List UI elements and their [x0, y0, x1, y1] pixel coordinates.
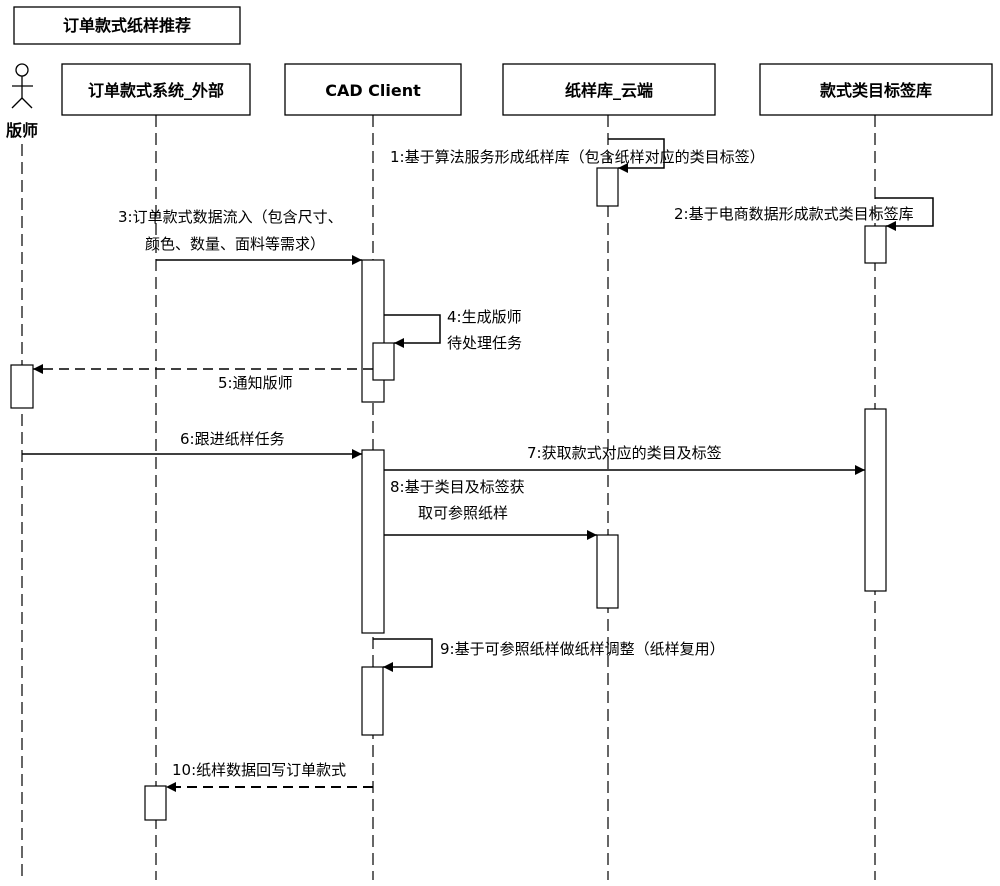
message-label-1: 1:基于算法服务形成纸样库（包含纸样对应的类目标签）	[390, 148, 765, 166]
message-label-8-line1: 8:基于类目及标签获	[390, 478, 525, 496]
message-label-7: 7:获取款式对应的类目及标签	[527, 444, 722, 462]
message-label-9: 9:基于可参照纸样做纸样调整（纸样复用）	[440, 640, 725, 658]
participant-label: 订单款式系统_外部	[88, 81, 224, 100]
message-label-6: 6:跟进纸样任务	[180, 430, 285, 448]
message-label-5: 5:通知版师	[218, 374, 293, 392]
frame-title: 订单款式纸样推荐	[63, 16, 191, 35]
participant-order[interactable]: 订单款式系统_外部	[61, 63, 251, 116]
activation-tags-2	[864, 408, 887, 592]
message-label-3-line1: 3:订单款式数据流入（包含尺寸、	[118, 208, 343, 226]
activation-pattern-2	[596, 534, 619, 609]
activation-cad-3	[361, 449, 385, 634]
actor-label: 版师	[5, 121, 38, 140]
actor-stick-figure-icon	[11, 63, 33, 109]
message-label-4-line2: 待处理任务	[447, 334, 522, 352]
message-label-4-line1: 4:生成版师	[447, 308, 522, 326]
activation-order-1	[144, 785, 167, 821]
activation-cad-4	[361, 666, 384, 736]
message-arrow-4	[384, 314, 441, 348]
participant-cad-client[interactable]: CAD Client	[284, 63, 462, 116]
activation-cad-1	[361, 259, 385, 403]
participant-label: CAD Client	[325, 81, 421, 100]
frame-title-box: 订单款式纸样推荐	[13, 6, 241, 45]
activation-tags-1	[864, 225, 887, 264]
participant-style-tag-library[interactable]: 款式类目标签库	[759, 63, 993, 116]
message-label-3-line2: 颜色、数量、面料等需求）	[145, 235, 325, 253]
sequence-diagram: 订单款式纸样推荐 版师 订单款式系统_外部 CAD Client 纸样库_云端 …	[5, 6, 993, 880]
message-arrow-9	[373, 638, 433, 672]
activation-cad-2	[372, 342, 395, 381]
message-label-8-line2: 取可参照纸样	[418, 504, 508, 522]
message-label-2: 2:基于电商数据形成款式类目标签库	[674, 205, 914, 223]
message-label-10: 10:纸样数据回写订单款式	[172, 761, 346, 779]
activation-pattern-1	[596, 167, 619, 207]
activation-actor-1	[10, 364, 34, 409]
participant-label: 款式类目标签库	[820, 81, 932, 100]
participant-pattern-library[interactable]: 纸样库_云端	[502, 63, 716, 116]
participant-label: 纸样库_云端	[565, 81, 653, 100]
